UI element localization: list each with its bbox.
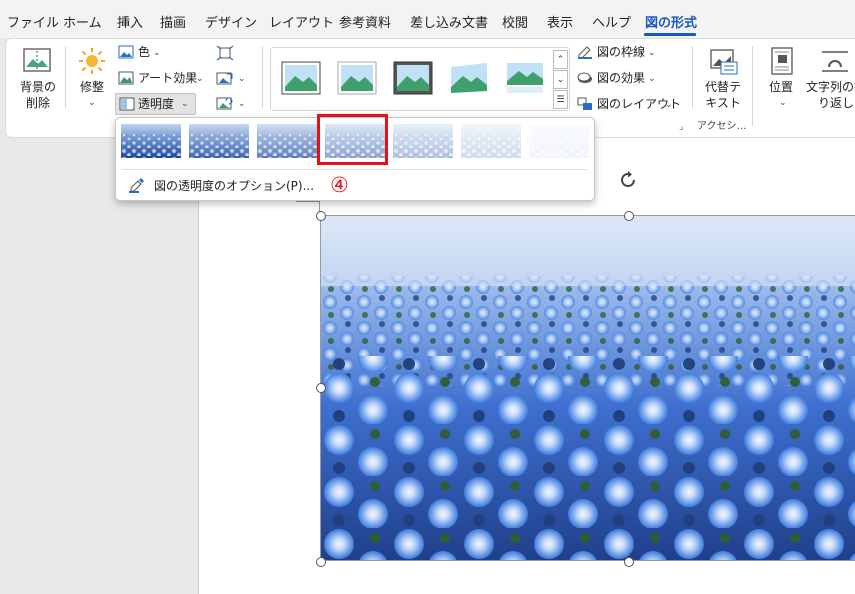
nemophila-field-image <box>321 216 855 560</box>
chevron-down-icon: ⌄ <box>88 98 96 108</box>
picture-border-button[interactable]: 図の枠線 ⌄ <box>577 44 662 62</box>
picture-style-thumb[interactable] <box>281 61 321 95</box>
transparency-preset[interactable] <box>189 124 249 158</box>
chevron-down-icon: ⌄ <box>779 98 787 108</box>
divider <box>262 46 263 108</box>
chevron-down-icon: ⌄ <box>196 74 204 84</box>
resize-handle[interactable] <box>624 557 634 567</box>
remove-background-icon <box>23 48 51 72</box>
picture-style-thumb[interactable] <box>505 61 545 95</box>
transparency-button[interactable]: 透明度 ⌄ <box>115 93 196 115</box>
pen-icon <box>578 46 592 59</box>
alt-text-label: 代替テ キスト <box>705 80 742 110</box>
corrections-label: 修整 <box>80 80 105 94</box>
sun-icon <box>79 48 105 74</box>
color-button[interactable]: 色 ⌄ <box>118 44 168 62</box>
tab-draw[interactable]: 描画 <box>160 12 186 31</box>
chevron-down-icon: ⌄ <box>648 74 656 84</box>
position-button[interactable]: 位置 ⌄ <box>763 45 801 113</box>
accessibility-group-label: アクセシ… <box>697 121 747 132</box>
wrap-text-icon <box>822 51 848 72</box>
resize-handle[interactable] <box>316 211 326 221</box>
position-icon <box>771 47 793 75</box>
picture-color-icon <box>118 45 134 59</box>
transparency-options-icon <box>129 178 144 193</box>
divider <box>65 46 66 108</box>
gallery-scroll-down[interactable]: ⌄ <box>553 70 568 89</box>
artistic-effects-button[interactable]: アート効果 ⌄ <box>118 70 206 88</box>
resize-handle[interactable] <box>316 383 326 393</box>
change-picture-button[interactable]: ⌄ <box>216 71 250 87</box>
transparency-preset[interactable] <box>121 124 181 158</box>
rotate-handle-icon[interactable] <box>617 169 639 191</box>
artistic-effects-label: アート効果 <box>138 71 198 85</box>
transparency-options-label: 図の透明度のオプション(P)... <box>154 179 315 193</box>
margin-guide <box>296 201 320 202</box>
tab-file[interactable]: ファイル <box>7 12 59 31</box>
tab-design[interactable]: デザイン <box>205 12 257 31</box>
picture-layout-icon <box>577 97 592 110</box>
transparency-icon <box>119 97 135 111</box>
resize-handle[interactable] <box>624 211 634 221</box>
step-marker: ④ <box>330 173 349 197</box>
canvas-margin <box>0 138 199 594</box>
chevron-down-icon: ⌄ <box>648 48 656 58</box>
position-label: 位置 <box>769 80 794 94</box>
color-label: 色 <box>138 45 151 59</box>
transparency-preset[interactable] <box>529 124 589 158</box>
tab-review[interactable]: 校閲 <box>502 12 528 31</box>
tab-mailings[interactable]: 差し込み文書 <box>410 12 488 31</box>
transparency-preset[interactable] <box>257 124 317 158</box>
alt-text-button[interactable]: 代替テ キスト <box>702 45 746 113</box>
tab-view[interactable]: 表示 <box>547 12 573 31</box>
gallery-scroll-up[interactable]: ⌃ <box>553 50 568 69</box>
gallery-more[interactable]: ☰ <box>553 90 568 109</box>
picture-styles-gallery <box>270 47 570 111</box>
transparency-preset[interactable] <box>461 124 521 158</box>
chevron-down-icon: ⌄ <box>153 48 161 58</box>
resize-handle[interactable] <box>316 557 326 567</box>
picture-style-thumb[interactable] <box>449 61 489 95</box>
highlight-box <box>317 114 388 165</box>
wrap-text-label: 文字列の折 り返し <box>806 80 855 110</box>
change-picture-icon <box>216 72 233 85</box>
picture-layout-button[interactable]: 図のレイアウト ⌄ <box>577 96 681 114</box>
remove-background-button[interactable]: 背景の 削除 <box>14 45 60 115</box>
tab-picture-format[interactable]: 図の形式 <box>645 12 697 31</box>
dialog-launcher-icon[interactable]: ⌟ <box>679 119 683 135</box>
tab-home[interactable]: ホーム <box>63 12 102 31</box>
menu-bar: ファイル ホーム 挿入 描画 デザイン レイアウト 参考資料 差し込み文書 校閲… <box>0 0 855 38</box>
tab-references[interactable]: 参考資料 <box>339 12 391 31</box>
picture-effects-button[interactable]: 図の効果 ⌄ <box>577 70 662 88</box>
compress-pictures-icon[interactable] <box>216 45 234 61</box>
active-tab-indicator <box>644 33 696 36</box>
reset-picture-button[interactable]: ⌄ <box>216 96 250 112</box>
divider <box>692 46 693 108</box>
selected-picture[interactable] <box>320 215 855 561</box>
tab-layout[interactable]: レイアウト <box>269 12 334 31</box>
chevron-down-icon: ⌄ <box>181 99 189 109</box>
tab-insert[interactable]: 挿入 <box>117 12 143 31</box>
remove-background-label: 背景の 削除 <box>20 80 57 110</box>
transparency-options-item[interactable]: 図の透明度のオプション(P)... <box>122 174 422 196</box>
picture-style-thumb[interactable] <box>393 61 433 95</box>
effects-icon <box>577 72 592 83</box>
alt-text-icon <box>710 49 738 75</box>
picture-style-thumb[interactable] <box>337 61 377 95</box>
picture-border-label: 図の枠線 <box>597 45 646 59</box>
chevron-down-icon: ⌄ <box>665 100 673 110</box>
transparency-label: 透明度 <box>138 97 175 111</box>
picture-effects-label: 図の効果 <box>597 71 646 85</box>
divider <box>122 169 588 170</box>
divider <box>752 46 753 126</box>
artistic-effects-icon <box>118 71 134 85</box>
corrections-button[interactable]: 修整 ⌄ <box>72 45 112 111</box>
tab-help[interactable]: ヘルプ <box>592 12 631 31</box>
chevron-down-icon: ⌄ <box>238 99 246 109</box>
transparency-preset[interactable] <box>393 124 453 158</box>
chevron-down-icon: ⌄ <box>238 74 246 84</box>
reset-picture-icon <box>216 97 233 110</box>
wrap-text-button[interactable]: 文字列の折 り返し <box>806 45 855 113</box>
